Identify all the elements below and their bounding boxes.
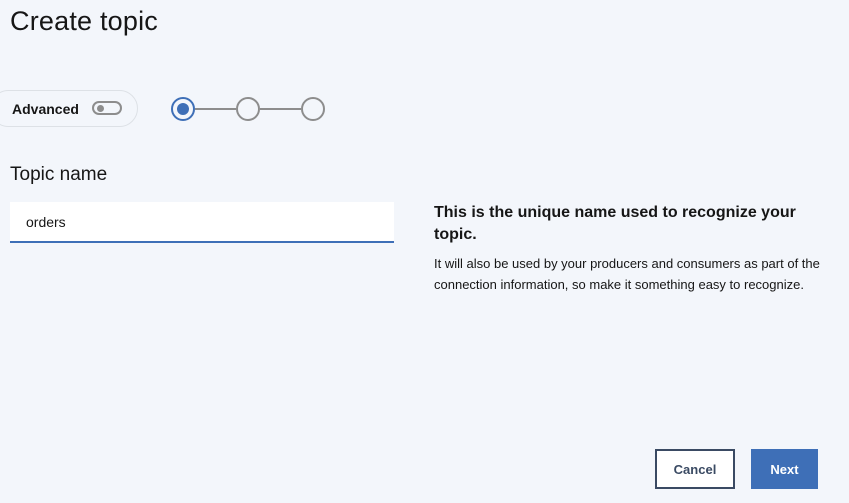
step-connector [260, 108, 301, 110]
page-title: Create topic [10, 6, 158, 36]
step-incomplete-icon[interactable] [236, 97, 260, 121]
topic-name-input[interactable] [10, 202, 394, 243]
step-current-dot [177, 103, 189, 115]
cancel-button[interactable]: Cancel [655, 449, 735, 489]
toggle-switch-off-icon[interactable] [92, 101, 122, 115]
next-button[interactable]: Next [751, 449, 818, 489]
help-body: It will also be used by your producers a… [434, 256, 820, 292]
topic-name-label: Topic name [10, 164, 108, 185]
advanced-toggle[interactable]: Advanced [0, 90, 138, 127]
step-incomplete-icon[interactable] [301, 97, 325, 121]
step-connector [195, 108, 236, 110]
create-topic-page: Create topic Advanced Topic name This is… [0, 0, 849, 503]
advanced-toggle-label: Advanced [12, 101, 79, 117]
progress-stepper [171, 97, 325, 121]
help-title: This is the unique name used to recogniz… [434, 204, 796, 243]
toggle-knob [97, 105, 104, 112]
step-current-icon[interactable] [171, 97, 195, 121]
